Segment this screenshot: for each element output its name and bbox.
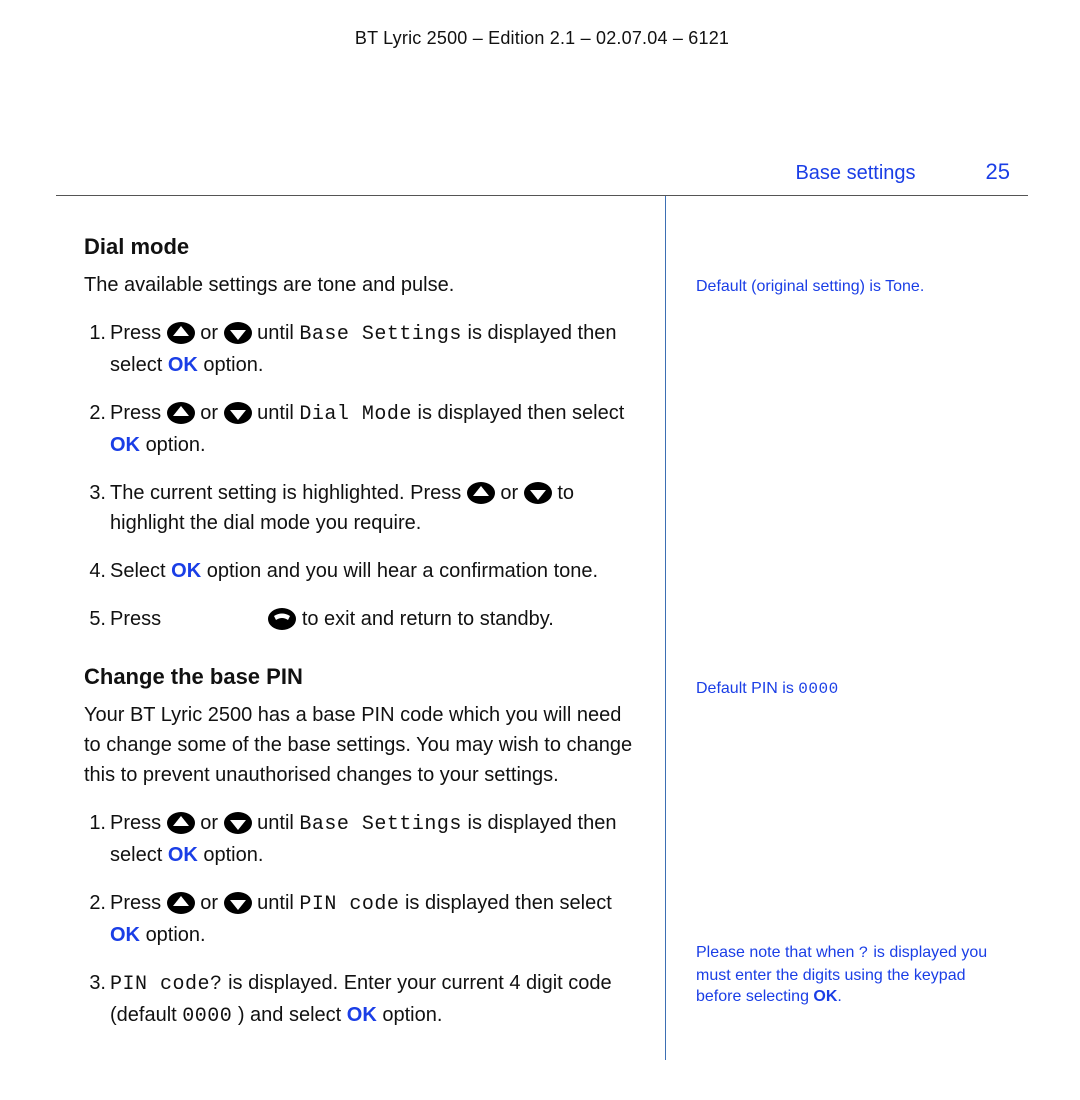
step-text: is displayed then select [405, 892, 612, 914]
step-text: ) and select [238, 1004, 347, 1026]
content-columns: Dial mode The available settings are ton… [56, 196, 1028, 1060]
side-text: . [837, 988, 841, 1005]
side-text: Please note that when [696, 944, 859, 961]
step-text: option and you will hear a confirmation … [207, 560, 598, 582]
step-text: option. [146, 924, 206, 946]
lcd-text: Base Settings [299, 323, 462, 346]
lcd-text: 0000 [182, 1005, 232, 1028]
main-column: Dial mode The available settings are ton… [56, 196, 666, 1060]
lcd-text: Dial Mode [299, 403, 412, 426]
side-note-default-pin: Default PIN is 0000 [696, 678, 1008, 701]
step-text: Press [110, 402, 167, 424]
change-pin-intro: Your BT Lyric 2500 has a base PIN code w… [84, 700, 639, 790]
step-text: Select [110, 560, 171, 582]
change-pin-steps: 1. Press or until Base Settings is displ… [84, 808, 639, 1032]
step-text: option. [382, 1004, 442, 1026]
up-arrow-icon [167, 402, 195, 424]
step-text: until [257, 402, 299, 424]
up-arrow-icon [167, 892, 195, 914]
section-title: Base settings [795, 162, 915, 185]
step-text: or [500, 482, 523, 504]
dial-mode-intro: The available settings are tone and puls… [84, 270, 639, 300]
hangup-icon [268, 608, 296, 630]
up-arrow-icon [467, 482, 495, 504]
step-number: 3. [78, 968, 106, 998]
step-text: option. [203, 354, 263, 376]
side-column: Default (original setting) is Tone. Defa… [666, 196, 1028, 1060]
step-text: option. [203, 844, 263, 866]
step-text: is displayed then select [418, 402, 625, 424]
step-number: 1. [78, 808, 106, 838]
step-text: or [200, 892, 223, 914]
step: 4. Select OK option and you will hear a … [84, 556, 639, 586]
step-text: or [200, 402, 223, 424]
lcd-text: Base Settings [299, 813, 462, 836]
step-text: until [257, 812, 299, 834]
step-text: option. [146, 434, 206, 456]
step: 1. Press or until Base Settings is displ… [84, 808, 639, 870]
manual-page: BT Lyric 2500 – Edition 2.1 – 02.07.04 –… [0, 0, 1080, 1100]
up-arrow-icon [167, 812, 195, 834]
side-note-default-tone: Default (original setting) is Tone. [696, 276, 1008, 298]
ok-label: OK [347, 1004, 377, 1026]
dial-mode-steps: 1. Press or until Base Settings is displ… [84, 318, 639, 634]
step-text: until [257, 322, 299, 344]
step-text: until [257, 892, 299, 914]
step-text: Press [110, 322, 167, 344]
step-text: or [200, 322, 223, 344]
ok-label: OK [171, 560, 201, 582]
lcd-text: PIN code [299, 893, 399, 916]
step-number: 4. [78, 556, 106, 586]
step: 2. Press or until Dial Mode is displayed… [84, 398, 639, 460]
lcd-text: PIN code? [110, 973, 223, 996]
step-number: 2. [78, 398, 106, 428]
down-arrow-icon [524, 482, 552, 504]
step: 3. PIN code? is displayed. Enter your cu… [84, 968, 639, 1032]
ok-label: OK [813, 988, 837, 1005]
down-arrow-icon [224, 402, 252, 424]
step: 1. Press or until Base Settings is displ… [84, 318, 639, 380]
page-number: 25 [986, 159, 1010, 185]
page-header: Base settings 25 [56, 159, 1028, 185]
heading-dial-mode: Dial mode [84, 234, 639, 260]
ok-label: OK [168, 844, 198, 866]
document-header: BT Lyric 2500 – Edition 2.1 – 02.07.04 –… [56, 28, 1028, 49]
step-text: Press [110, 892, 167, 914]
ok-label: OK [110, 924, 140, 946]
step: 2. Press or until PIN code is displayed … [84, 888, 639, 950]
side-text: Default PIN is [696, 680, 798, 697]
heading-change-pin: Change the base PIN [84, 664, 639, 690]
lcd-text: 0000 [798, 680, 838, 698]
step-text: The current setting is highlighted. Pres… [110, 482, 467, 504]
down-arrow-icon [224, 892, 252, 914]
lcd-text: ? [859, 944, 869, 962]
step-number: 3. [78, 478, 106, 508]
step-number: 2. [78, 888, 106, 918]
step-text: to exit and return to standby. [302, 608, 554, 630]
side-note-pin-prompt: Please note that when ? is displayed you… [696, 942, 1008, 1008]
step: 3. The current setting is highlighted. P… [84, 478, 639, 538]
step-text: Press [110, 608, 167, 630]
down-arrow-icon [224, 812, 252, 834]
up-arrow-icon [167, 322, 195, 344]
ok-label: OK [168, 354, 198, 376]
step-text: or [200, 812, 223, 834]
down-arrow-icon [224, 322, 252, 344]
step-text: Press [110, 812, 167, 834]
ok-label: OK [110, 434, 140, 456]
step-number: 1. [78, 318, 106, 348]
step-number: 5. [78, 604, 106, 634]
step: 5. Press to exit and return to standby. [84, 604, 639, 634]
